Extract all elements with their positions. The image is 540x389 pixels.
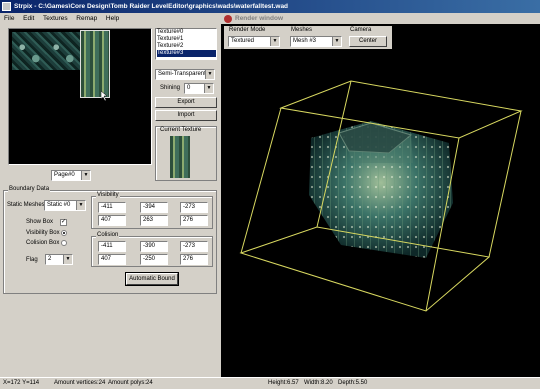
texture-tile[interactable] — [46, 32, 80, 70]
static-meshes-label: Static Meshes — [7, 202, 45, 208]
flag-value: 2 — [48, 256, 52, 262]
automatic-bound-button[interactable]: Automatic Bound — [125, 272, 179, 286]
visibility-max-z[interactable]: 276 — [180, 215, 208, 226]
status-width: Width:8.20 — [304, 380, 333, 386]
window-title: Strpix - C:\Games\Core Design\Tomb Raide… — [14, 3, 289, 10]
current-texture-preview — [170, 136, 190, 178]
render-window-title: Render window — [235, 15, 284, 22]
render-window-icon — [224, 15, 232, 23]
chevron-down-icon[interactable]: ▼ — [63, 255, 72, 264]
menu-edit[interactable]: Edit — [23, 15, 34, 22]
show-box-label: Show Box — [26, 219, 54, 225]
flag-select[interactable]: 2 ▼ — [45, 254, 73, 265]
chevron-down-icon[interactable]: ▼ — [204, 84, 213, 93]
current-texture-group: Current Texture — [155, 126, 217, 181]
menu-remap[interactable]: Remap — [76, 15, 97, 22]
texture-list[interactable]: Texture#0 Texture#1 Texture#2 Texture#3 — [155, 28, 217, 60]
collision-box-label: Colision Box — [26, 240, 60, 246]
collision-max-y[interactable]: -250 — [140, 254, 168, 265]
render-window-titlebar: Render window — [221, 13, 540, 24]
visibility-title: Visibility — [96, 192, 120, 198]
static-meshes-value: Static #0 — [47, 202, 71, 208]
collision-box-radio[interactable] — [61, 240, 67, 246]
static-meshes-select[interactable]: Static #0 ▼ — [44, 200, 86, 211]
export-button[interactable]: Export — [155, 97, 217, 108]
texture-page-view[interactable] — [8, 28, 152, 165]
chevron-down-icon[interactable]: ▼ — [81, 171, 90, 180]
collision-max-z[interactable]: 276 — [180, 254, 208, 265]
boundary-data-title: Boundary Data — [8, 186, 51, 192]
collision-max-x[interactable]: 407 — [98, 254, 126, 265]
meshes-select[interactable]: Mesh #3 ▼ — [290, 36, 342, 47]
visibility-min-x[interactable]: -411 — [98, 202, 126, 213]
center-button[interactable]: Center — [349, 36, 387, 47]
visibility-box-label: Visibility Box — [26, 230, 60, 236]
status-polys: Amount polys:24 — [108, 380, 153, 386]
title-bar: Strpix - C:\Games\Core Design\Tomb Raide… — [0, 0, 540, 13]
list-item[interactable]: Texture#2 — [157, 43, 216, 50]
chevron-down-icon[interactable]: ▼ — [332, 37, 341, 46]
selected-texture-tile[interactable] — [80, 30, 110, 98]
import-button[interactable]: Import — [155, 110, 217, 121]
show-box-checkbox[interactable]: ✓ — [60, 219, 67, 226]
chevron-down-icon[interactable]: ▼ — [76, 201, 85, 210]
status-coords: X=172 Y=114 — [3, 380, 40, 386]
collision-min-x[interactable]: -411 — [98, 241, 126, 252]
shining-select[interactable]: 0 ▼ — [184, 83, 214, 94]
flag-label: Flag — [26, 257, 38, 263]
visibility-min-z[interactable]: -273 — [180, 202, 208, 213]
camera-label: Camera — [350, 27, 372, 33]
visibility-min-y[interactable]: -394 — [140, 202, 168, 213]
list-item[interactable]: Texture#0 — [157, 29, 216, 36]
render-scene[interactable] — [221, 13, 540, 377]
list-item[interactable]: Texture#1 — [157, 36, 216, 43]
collision-title: Colision — [96, 232, 120, 238]
texture-tile[interactable] — [12, 32, 46, 70]
status-height: Height:6.57 — [268, 380, 299, 386]
menu-textures[interactable]: Textures — [43, 15, 68, 22]
mouse-cursor-icon — [101, 91, 108, 101]
visibility-max-y[interactable]: 263 — [140, 215, 168, 226]
current-texture-label: Current Texture — [160, 127, 202, 133]
page-select-value: Page#0 — [54, 172, 75, 178]
app-icon — [2, 2, 11, 11]
shining-label: Shining — [160, 85, 181, 91]
collision-min-y[interactable]: -390 — [140, 241, 168, 252]
visibility-box-radio[interactable] — [61, 230, 67, 236]
status-vertices: Amount vertices:24 — [54, 380, 106, 386]
collision-min-z[interactable]: -273 — [180, 241, 208, 252]
shining-value: 0 — [187, 85, 191, 91]
blend-mode-value: Semi-Transparent — [158, 71, 206, 77]
render-mode-value: Textured — [231, 38, 255, 44]
textured-mesh — [309, 121, 453, 258]
visibility-max-x[interactable]: 407 — [98, 215, 126, 226]
render-viewport[interactable] — [221, 13, 540, 377]
page-select[interactable]: Page#0 ▼ — [51, 170, 91, 181]
status-depth: Depth:5.50 — [338, 380, 368, 386]
menu-file[interactable]: File — [4, 15, 14, 22]
meshes-label: Meshes — [291, 27, 313, 33]
chevron-down-icon[interactable]: ▼ — [270, 37, 279, 46]
blend-mode-select[interactable]: Semi-Transparent ▼ — [155, 69, 215, 80]
meshes-value: Mesh #3 — [293, 38, 317, 44]
render-mode-label: Render Mode — [229, 27, 266, 33]
list-item-selected[interactable]: Texture#3 — [157, 50, 216, 57]
render-mode-select[interactable]: Textured ▼ — [228, 36, 280, 47]
status-bar: X=172 Y=114 Amount vertices:24 Amount po… — [0, 377, 540, 389]
chevron-down-icon[interactable]: ▼ — [205, 70, 214, 79]
menu-help[interactable]: Help — [106, 15, 119, 22]
